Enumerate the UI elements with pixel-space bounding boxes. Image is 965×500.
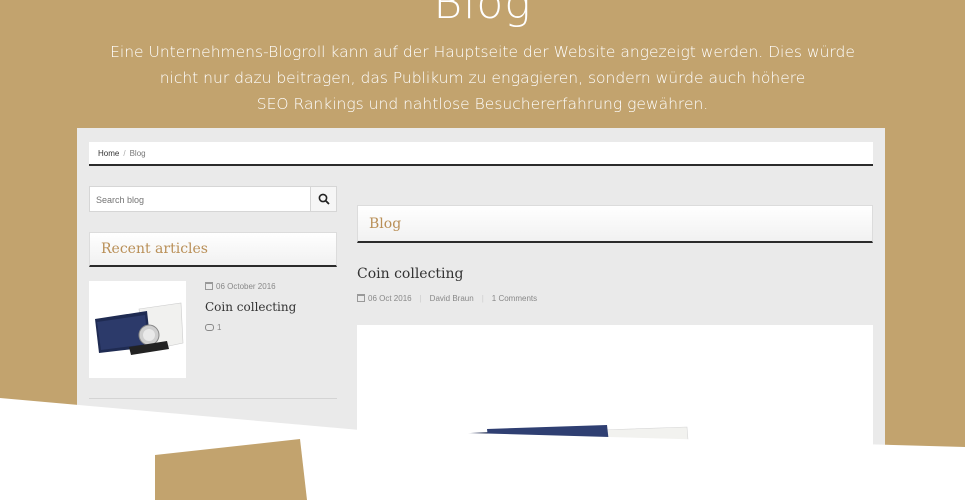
- search-box: [89, 186, 337, 212]
- post-featured-image[interactable]: [357, 325, 873, 500]
- hero-title: Blog: [433, 0, 532, 29]
- recent-article-date-text: 06 October 2016: [216, 282, 276, 291]
- comments-icon: [205, 324, 214, 331]
- recent-articles-heading: Recent articles: [89, 232, 337, 267]
- recent-article-date: 06 October 2016: [205, 282, 276, 291]
- recent-article-comments: 1: [205, 323, 221, 332]
- calendar-icon: [205, 282, 213, 290]
- breadcrumb-separator: /: [123, 149, 126, 158]
- breadcrumb: Home / Blog: [89, 142, 873, 166]
- hero-description-line: SEO Rankings und nahtlose Besuchererfahr…: [256, 95, 709, 113]
- post-meta: 06 Oct 2016 | David Braun | 1 Comments: [357, 294, 537, 303]
- post-title[interactable]: Coin collecting: [357, 266, 464, 282]
- sidebar-divider: [89, 398, 337, 399]
- hero-description-line: nicht nur dazu beitragen, das Publikum z…: [159, 69, 806, 87]
- breadcrumb-current: Blog: [129, 149, 146, 158]
- coin-case-image: [357, 325, 873, 500]
- recent-article-thumbnail[interactable]: [89, 281, 186, 378]
- meta-separator: |: [419, 294, 422, 303]
- blog-preview-screenshot: Home/Blog Recent articles 06 October 201…: [77, 128, 885, 500]
- calendar-icon: [357, 294, 365, 302]
- search-icon: [318, 193, 330, 205]
- hero-description: Eine Unternehmens-Blogroll kann auf der …: [100, 39, 865, 117]
- search-button[interactable]: [310, 187, 336, 211]
- hero-description-line: Eine Unternehmens-Blogroll kann auf der …: [110, 43, 855, 61]
- recent-article-title[interactable]: Coin collecting: [205, 300, 296, 314]
- recent-article-comments-count: 1: [217, 323, 222, 332]
- search-input[interactable]: [96, 193, 296, 206]
- blog-heading: Blog: [357, 205, 873, 243]
- breadcrumb-home-link[interactable]: Home: [98, 149, 119, 158]
- post-date: 06 Oct 2016: [368, 294, 412, 303]
- coin-case-image: [89, 281, 186, 378]
- post-author[interactable]: David Braun: [430, 294, 474, 303]
- meta-separator: |: [481, 294, 484, 303]
- post-comments-link[interactable]: 1 Comments: [492, 294, 537, 303]
